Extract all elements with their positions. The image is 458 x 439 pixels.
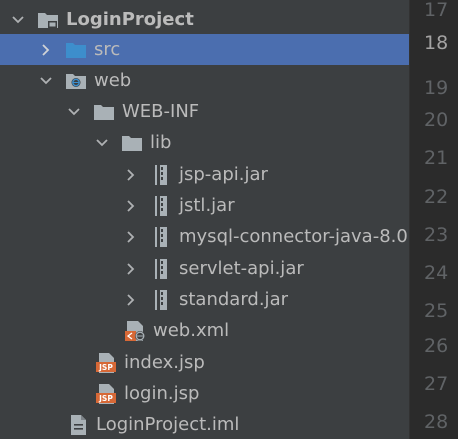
line-number: 28 xyxy=(424,410,449,433)
chevron-down-icon[interactable] xyxy=(67,105,81,119)
tree-item-label: standard.jar xyxy=(179,289,288,310)
svg-text:JSP: JSP xyxy=(98,363,113,372)
line-number: 19 xyxy=(424,76,449,99)
jsp-file-icon: JSP xyxy=(95,383,117,405)
tree-item-loginproject-iml[interactable]: LoginProject.iml xyxy=(0,409,409,439)
chevron-right-icon[interactable] xyxy=(124,168,138,182)
tree-item-web-inf[interactable]: WEB-INF xyxy=(0,96,409,127)
line-number: 25 xyxy=(424,299,449,322)
tree-item-label: mysql-connector-java-8.0 xyxy=(179,226,408,247)
line-number: 22 xyxy=(424,185,449,208)
tree-item-label: web xyxy=(94,70,132,91)
jar-icon xyxy=(150,164,172,186)
editor-line-number-gutter: 17 18 19 20 21 22 23 24 25 26 27 28 xyxy=(409,0,458,439)
project-folder-icon xyxy=(37,9,59,31)
chevron-down-icon[interactable] xyxy=(39,74,53,88)
tree-item-lib[interactable]: lib xyxy=(0,127,409,158)
web-xml-icon xyxy=(124,320,146,342)
tree-item-label: LoginProject.iml xyxy=(96,414,240,435)
folder-icon xyxy=(121,132,143,154)
line-number: 26 xyxy=(424,334,449,357)
jar-icon xyxy=(150,289,172,311)
chevron-right-icon[interactable] xyxy=(124,262,138,276)
project-tree: LoginProject src web WEB-INF lib jsp-api… xyxy=(0,0,409,439)
line-number: 23 xyxy=(424,223,449,246)
tree-item-jstl-jar[interactable]: jstl.jar xyxy=(0,190,409,221)
jar-icon xyxy=(150,195,172,217)
line-number: 24 xyxy=(424,261,449,284)
chevron-right-icon[interactable] xyxy=(124,293,138,307)
tree-item-loginproject[interactable]: LoginProject xyxy=(0,4,409,35)
folder-icon xyxy=(93,101,115,123)
tree-item-web-xml[interactable]: web.xml xyxy=(0,315,409,346)
chevron-right-icon[interactable] xyxy=(124,230,138,244)
tree-item-label: lib xyxy=(150,132,172,153)
tree-item-label: jsp-api.jar xyxy=(179,164,268,185)
jar-icon xyxy=(150,258,172,280)
tree-item-standard-jar[interactable]: standard.jar xyxy=(0,284,409,315)
jar-icon xyxy=(150,226,172,248)
iml-file-icon xyxy=(67,414,89,436)
line-number: 27 xyxy=(424,372,449,395)
tree-item-label: src xyxy=(94,39,121,60)
tree-item-mysql-connector-jar[interactable]: mysql-connector-java-8.0 xyxy=(0,221,409,252)
chevron-down-icon[interactable] xyxy=(95,136,109,150)
tree-item-servlet-api-jar[interactable]: servlet-api.jar xyxy=(0,253,409,284)
tree-item-index-jsp[interactable]: JSP index.jsp xyxy=(0,347,409,378)
tree-item-label: servlet-api.jar xyxy=(179,258,304,279)
tree-item-jsp-api-jar[interactable]: jsp-api.jar xyxy=(0,159,409,190)
tree-item-login-jsp[interactable]: JSP login.jsp xyxy=(0,378,409,409)
line-number: 17 xyxy=(424,0,449,21)
tree-item-label: LoginProject xyxy=(66,9,194,30)
line-number-current: 18 xyxy=(424,31,449,54)
chevron-right-icon[interactable] xyxy=(124,199,138,213)
web-folder-icon xyxy=(65,70,87,92)
tree-item-label: index.jsp xyxy=(124,352,205,373)
tree-item-label: web.xml xyxy=(153,320,230,341)
tree-item-label: jstl.jar xyxy=(179,195,235,216)
line-number: 20 xyxy=(424,108,449,131)
line-number: 21 xyxy=(424,146,449,169)
chevron-down-icon[interactable] xyxy=(11,13,25,27)
tree-item-label: WEB-INF xyxy=(122,101,200,122)
jsp-file-icon: JSP xyxy=(95,352,117,374)
svg-text:JSP: JSP xyxy=(98,394,113,403)
chevron-right-icon[interactable] xyxy=(39,43,53,57)
tree-item-label: login.jsp xyxy=(124,383,200,404)
tree-item-src[interactable]: src xyxy=(0,34,409,65)
source-folder-icon xyxy=(65,39,87,61)
tree-item-web[interactable]: web xyxy=(0,65,409,96)
